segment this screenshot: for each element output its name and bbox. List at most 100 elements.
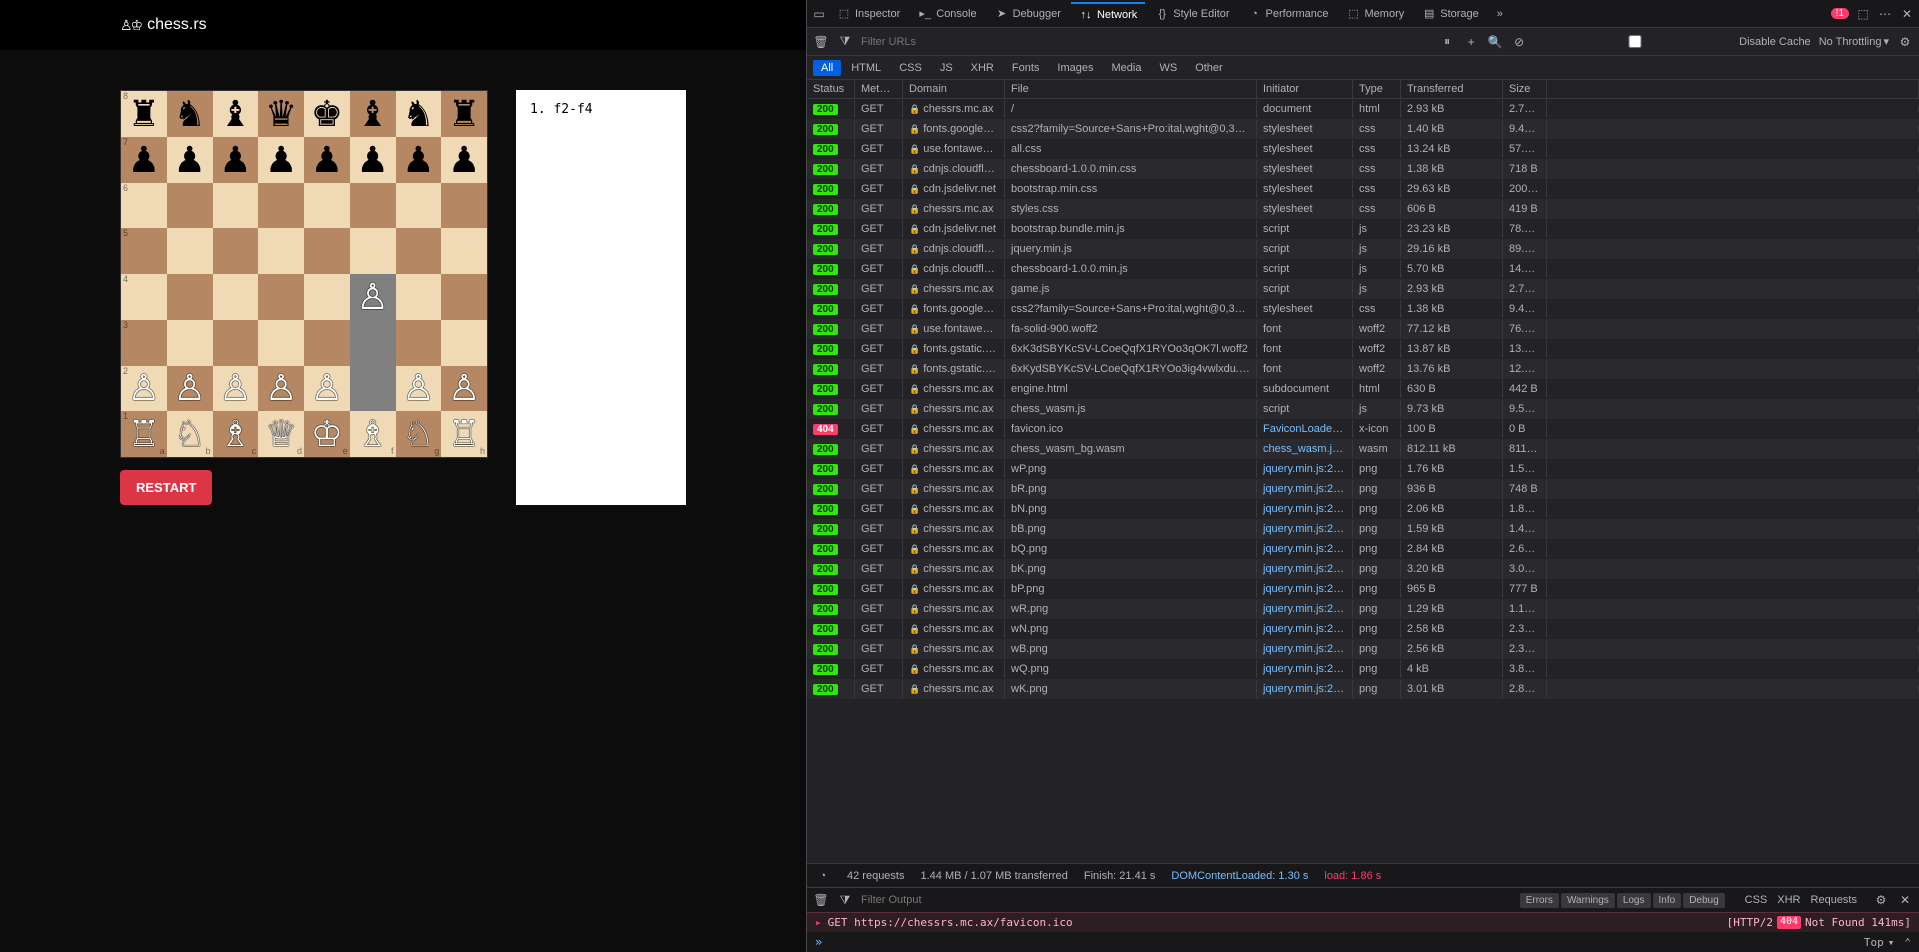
piece-wb[interactable]: ♗ xyxy=(219,416,251,452)
square-g5[interactable] xyxy=(396,228,442,274)
piece-wp[interactable]: ♙ xyxy=(219,370,251,406)
piece-wk[interactable]: ♔ xyxy=(311,416,343,452)
console-filter-errors[interactable]: Errors xyxy=(1520,893,1559,908)
square-d8[interactable]: ♛ xyxy=(258,91,304,137)
piece-br[interactable]: ♜ xyxy=(128,96,160,132)
piece-bp[interactable]: ♟ xyxy=(356,142,388,178)
request-row[interactable]: 200GET🔒chessrs.mc.axwK.pngjquery.min.js:… xyxy=(807,679,1919,699)
piece-wp[interactable]: ♙ xyxy=(448,370,480,406)
responsive-icon[interactable]: ⬚ xyxy=(1855,6,1871,22)
console-filter-info[interactable]: Info xyxy=(1653,893,1682,908)
request-row[interactable]: 200GET🔒chessrs.mc.axchess_wasm.jsscriptj… xyxy=(807,399,1919,419)
square-d3[interactable] xyxy=(258,320,304,366)
console-filter-logs[interactable]: Logs xyxy=(1617,893,1651,908)
request-row[interactable]: 200GET🔒chessrs.mc.axwB.pngjquery.min.js:… xyxy=(807,639,1919,659)
request-row[interactable]: 200GET🔒chessrs.mc.axbK.pngjquery.min.js:… xyxy=(807,559,1919,579)
console-toggle-requests[interactable]: Requests xyxy=(1811,894,1857,906)
tab-network[interactable]: ↑↓Network xyxy=(1071,2,1145,26)
square-h4[interactable] xyxy=(441,274,487,320)
filter-other[interactable]: Other xyxy=(1187,60,1231,76)
col-file[interactable]: File xyxy=(1005,80,1257,98)
request-row[interactable]: 200GET🔒chessrs.mc.axbB.pngjquery.min.js:… xyxy=(807,519,1919,539)
close-icon[interactable]: ✕ xyxy=(1899,6,1915,22)
square-f6[interactable] xyxy=(350,183,396,229)
filter-output-input[interactable] xyxy=(861,894,1003,906)
perf-icon[interactable]: ◔ xyxy=(815,868,831,884)
square-g2[interactable]: ♙ xyxy=(396,366,442,412)
piece-wb[interactable]: ♗ xyxy=(356,416,388,452)
col-size[interactable]: Size xyxy=(1503,80,1547,98)
request-row[interactable]: 200GET🔒fonts.googleapis....css2?family=S… xyxy=(807,119,1919,139)
square-c3[interactable] xyxy=(213,320,259,366)
piece-wp[interactable]: ♙ xyxy=(128,370,160,406)
request-row[interactable]: 200GET🔒chessrs.mc.axbR.pngjquery.min.js:… xyxy=(807,479,1919,499)
square-f1[interactable]: ♗f xyxy=(350,411,396,457)
tab-storage[interactable]: ▤Storage xyxy=(1414,2,1487,26)
piece-wp[interactable]: ♙ xyxy=(265,370,297,406)
request-row[interactable]: 200GET🔒chessrs.mc.axwN.pngjquery.min.js:… xyxy=(807,619,1919,639)
request-row[interactable]: 200GET🔒fonts.gstatic.com6xK3dSBYKcSV-LCo… xyxy=(807,339,1919,359)
tab-style-editor[interactable]: {}Style Editor xyxy=(1147,2,1237,26)
col-domain[interactable]: Domain xyxy=(903,80,1005,98)
square-e4[interactable] xyxy=(304,274,350,320)
filter-html[interactable]: HTML xyxy=(843,60,889,76)
col-method[interactable]: Method xyxy=(855,80,903,98)
funnel-icon[interactable]: ⧩ xyxy=(837,34,853,50)
square-c4[interactable] xyxy=(213,274,259,320)
square-a8[interactable]: ♜8 xyxy=(121,91,167,137)
col-transferred[interactable]: Transferred xyxy=(1401,80,1503,98)
square-e3[interactable] xyxy=(304,320,350,366)
pause-icon[interactable]: ⏸ xyxy=(1439,34,1455,50)
piece-bn[interactable]: ♞ xyxy=(173,96,205,132)
request-row[interactable]: 200GET🔒cdn.jsdelivr.netbootstrap.bundle.… xyxy=(807,219,1919,239)
request-row[interactable]: 200GET🔒fonts.gstatic.com6xKydSBYKcSV-LCo… xyxy=(807,359,1919,379)
square-f2[interactable] xyxy=(350,366,396,412)
piece-bp[interactable]: ♟ xyxy=(128,142,160,178)
request-row[interactable]: 200GET🔒fonts.googleapis....css2?family=S… xyxy=(807,299,1919,319)
piece-wp[interactable]: ♙ xyxy=(173,370,205,406)
square-b2[interactable]: ♙ xyxy=(167,366,213,412)
console-error-row[interactable]: ▸ GET https://chessrs.mc.ax/favicon.ico … xyxy=(807,912,1919,932)
square-d5[interactable] xyxy=(258,228,304,274)
filter-media[interactable]: Media xyxy=(1103,60,1149,76)
tabs-overflow[interactable]: » xyxy=(1489,4,1511,24)
filter-css[interactable]: CSS xyxy=(891,60,930,76)
square-h5[interactable] xyxy=(441,228,487,274)
tab-performance[interactable]: ◔Performance xyxy=(1240,2,1337,26)
square-c6[interactable] xyxy=(213,183,259,229)
filter-all[interactable]: All xyxy=(813,60,841,76)
square-g1[interactable]: ♘g xyxy=(396,411,442,457)
square-c8[interactable]: ♝ xyxy=(213,91,259,137)
chess-board[interactable]: ♜8♞♝♛♚♝♞♜♟7♟♟♟♟♟♟♟654♙3♙2♙♙♙♙♙♙♖1a♘b♗c♕d… xyxy=(120,90,488,458)
request-row[interactable]: 200GET🔒use.fontawesom...all.cssstyleshee… xyxy=(807,139,1919,159)
piece-wp[interactable]: ♙ xyxy=(402,370,434,406)
request-row[interactable]: 200GET🔒cdnjs.cloudflare.c...chessboard-1… xyxy=(807,259,1919,279)
network-table[interactable]: Status Method Domain File Initiator Type… xyxy=(807,80,1919,863)
piece-bn[interactable]: ♞ xyxy=(402,96,434,132)
col-initiator[interactable]: Initiator xyxy=(1257,80,1353,98)
square-h1[interactable]: ♖h xyxy=(441,411,487,457)
tab-inspector[interactable]: ⬚Inspector xyxy=(829,2,908,26)
request-row[interactable]: 404GET🔒chessrs.mc.axfavicon.icoFaviconLo… xyxy=(807,419,1919,439)
request-row[interactable]: 200GET🔒chessrs.mc.axwQ.pngjquery.min.js:… xyxy=(807,659,1919,679)
square-b8[interactable]: ♞ xyxy=(167,91,213,137)
request-row[interactable]: 200GET🔒chessrs.mc.axgame.jsscriptjs2.93 … xyxy=(807,279,1919,299)
square-a6[interactable]: 6 xyxy=(121,183,167,229)
square-f8[interactable]: ♝ xyxy=(350,91,396,137)
console-funnel-icon[interactable]: ⧩ xyxy=(837,892,853,908)
square-b3[interactable] xyxy=(167,320,213,366)
square-c2[interactable]: ♙ xyxy=(213,366,259,412)
square-g4[interactable] xyxy=(396,274,442,320)
restart-button[interactable]: RESTART xyxy=(120,470,212,505)
request-row[interactable]: 200GET🔒chessrs.mc.axwR.pngjquery.min.js:… xyxy=(807,599,1919,619)
filter-urls-input[interactable] xyxy=(861,36,1061,48)
square-g8[interactable]: ♞ xyxy=(396,91,442,137)
customize-icon[interactable]: ⋯ xyxy=(1877,6,1893,22)
square-a4[interactable]: 4 xyxy=(121,274,167,320)
square-e8[interactable]: ♚ xyxy=(304,91,350,137)
request-row[interactable]: 200GET🔒chessrs.mc.axbQ.pngjquery.min.js:… xyxy=(807,539,1919,559)
console-filter-warnings[interactable]: Warnings xyxy=(1561,893,1615,908)
request-row[interactable]: 200GET🔒chessrs.mc.axbP.pngjquery.min.js:… xyxy=(807,579,1919,599)
square-d7[interactable]: ♟ xyxy=(258,137,304,183)
request-row[interactable]: 200GET🔒chessrs.mc.axstyles.cssstylesheet… xyxy=(807,199,1919,219)
